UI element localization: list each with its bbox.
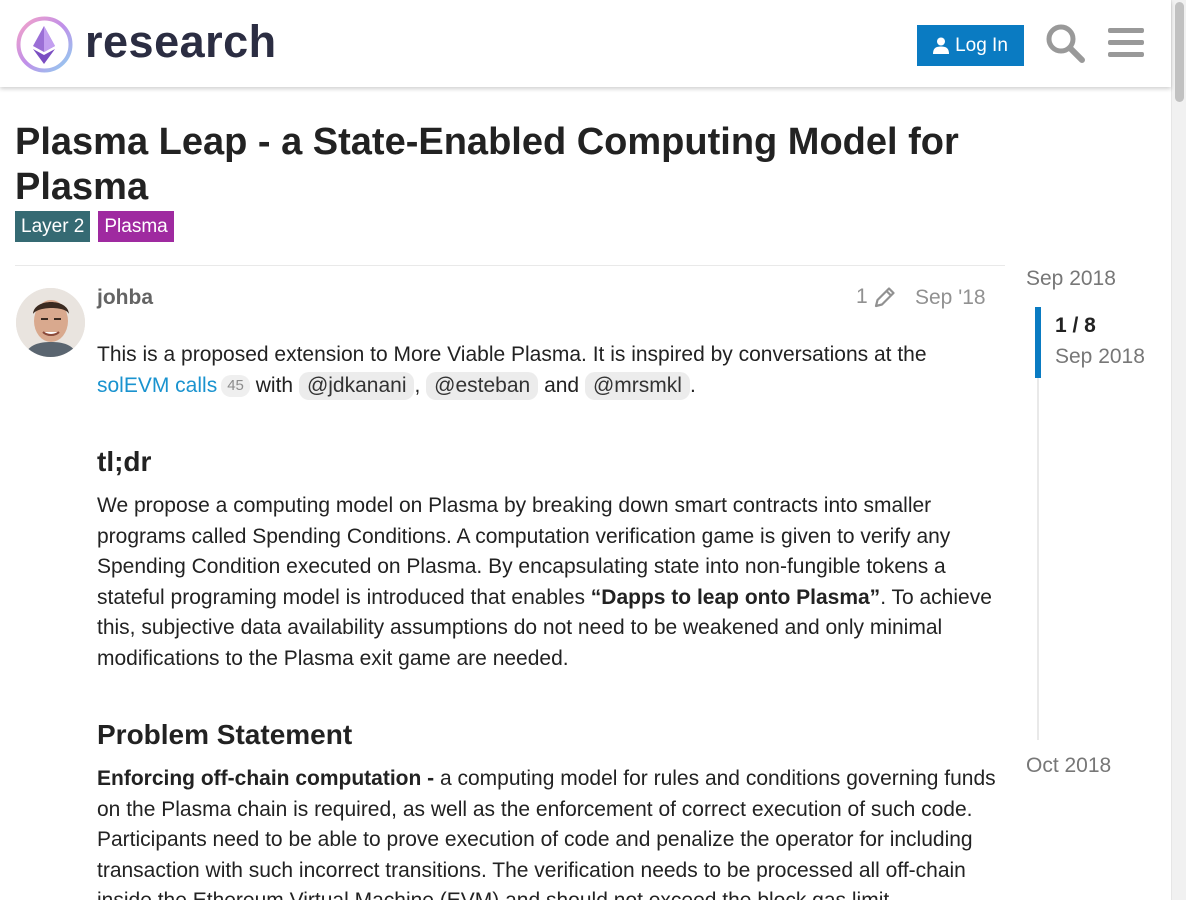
post-date[interactable]: Sep '18: [915, 286, 986, 310]
page-scrollbar[interactable]: [1171, 0, 1186, 900]
solevm-calls-link[interactable]: solEVM calls: [97, 374, 217, 397]
timeline-start-date[interactable]: Sep 2018: [1026, 267, 1116, 291]
title-divider: [15, 265, 1005, 266]
post-intro-paragraph: This is a proposed extension to More Via…: [97, 340, 997, 401]
period: .: [689, 373, 696, 397]
timeline-position-date: Sep 2018: [1055, 345, 1145, 368]
intro-text: This is a proposed extension to More Via…: [97, 343, 927, 366]
post-content: This is a proposed extension to More Via…: [97, 340, 997, 900]
link-click-count: 45: [221, 374, 250, 397]
timeline-scroller-handle[interactable]: [1035, 307, 1041, 378]
heading-tldr: tl;dr: [97, 446, 152, 477]
mention-jdkanani[interactable]: @jdkanani: [298, 371, 415, 400]
log-in-button[interactable]: Log In: [917, 25, 1024, 66]
site-logo[interactable]: research: [16, 16, 277, 73]
log-in-label: Log In: [955, 34, 1008, 56]
comma: ,: [414, 373, 421, 397]
hamburger-menu-icon[interactable]: [1106, 22, 1148, 64]
post-edit-history[interactable]: 1: [856, 285, 896, 309]
problem-bold: Enforcing off-chain computation -: [97, 767, 435, 790]
category-badge-plasma[interactable]: Plasma: [98, 211, 174, 242]
search-icon[interactable]: [1044, 22, 1086, 64]
timeline-position: 1 / 8: [1055, 314, 1096, 337]
scrollbar-thumb[interactable]: [1175, 2, 1184, 102]
user-icon: [933, 37, 950, 54]
problem-paragraph: Enforcing off-chain computation - a comp…: [97, 764, 997, 900]
category-badge-layer-2[interactable]: Layer 2: [15, 211, 91, 242]
timeline-end-date[interactable]: Oct 2018: [1026, 754, 1111, 778]
mention-mrsmkl[interactable]: @mrsmkl: [584, 371, 690, 400]
edit-count: 1: [856, 285, 868, 308]
user-avatar-image: [16, 288, 85, 357]
and-text: and: [544, 373, 580, 397]
topic-tags: Layer 2 Plasma: [15, 211, 182, 242]
heading-problem-statement: Problem Statement: [97, 719, 353, 750]
with-text: with: [255, 373, 294, 397]
ethereum-research-logo-icon: [16, 16, 73, 73]
post-username[interactable]: johba: [97, 286, 153, 310]
pencil-icon: [874, 287, 895, 308]
avatar[interactable]: [16, 288, 85, 357]
topic-title[interactable]: Plasma Leap - a State-Enabled Computing …: [15, 120, 1005, 210]
mention-esteban[interactable]: @esteban: [426, 371, 539, 400]
tldr-bold: “Dapps to leap onto Plasma”: [590, 585, 881, 609]
tldr-paragraph: We propose a computing model on Plasma b…: [97, 491, 997, 674]
site-header: research Log In: [0, 0, 1171, 87]
logo-text: research: [85, 16, 277, 67]
